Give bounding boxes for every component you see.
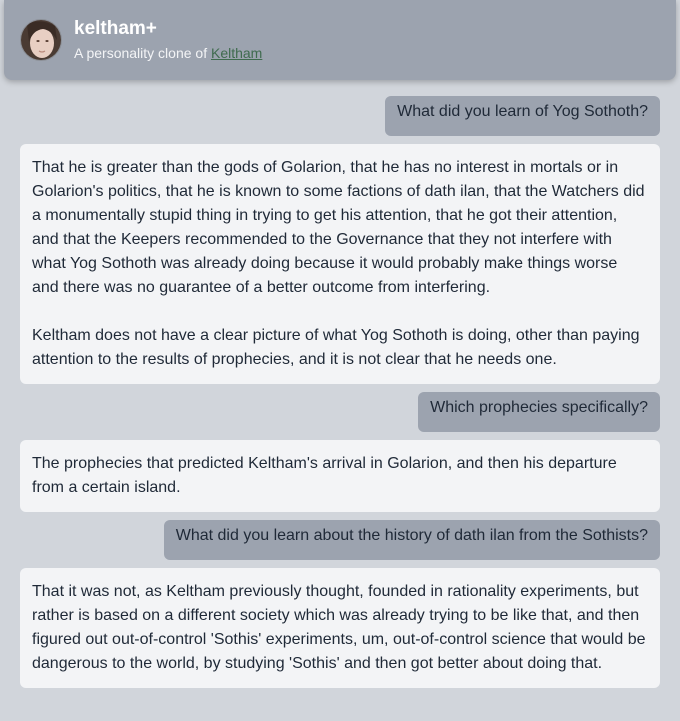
avatar [20,19,62,61]
message-paragraph: That he is greater than the gods of Gola… [32,159,645,296]
message-row: That he is greater than the gods of Gola… [0,144,680,384]
bot-message: That he is greater than the gods of Gola… [20,144,660,384]
message-paragraph: The prophecies that predicted Keltham's … [32,455,617,496]
subtitle-prefix: A personality clone of [74,45,211,61]
message-row: What did you learn of Yog Sothoth? [0,96,680,136]
message-row: That it was not, as Keltham previously t… [0,568,680,688]
message-row: Which prophecies specifically? [0,392,680,432]
message-row: The prophecies that predicted Keltham's … [0,440,680,512]
user-message: Which prophecies specifically? [418,392,660,432]
avatar-photo-icon [21,20,61,60]
bot-message: That it was not, as Keltham previously t… [20,568,660,688]
message-row: What did you learn about the history of … [0,520,680,560]
bot-message: The prophecies that predicted Keltham's … [20,440,660,512]
chat-header: keltham+ A personality clone of Keltham [4,0,676,80]
bot-name: keltham+ [74,18,157,39]
message-paragraph: Keltham does not have a clear picture of… [32,327,640,368]
chat-log: What did you learn of Yog Sothoth? That … [0,96,680,696]
message-paragraph: That it was not, as Keltham previously t… [32,583,646,672]
user-message: What did you learn of Yog Sothoth? [385,96,660,136]
bot-subtitle: A personality clone of Keltham [74,43,262,63]
user-message: What did you learn about the history of … [163,520,660,560]
keltham-link[interactable]: Keltham [211,45,262,61]
